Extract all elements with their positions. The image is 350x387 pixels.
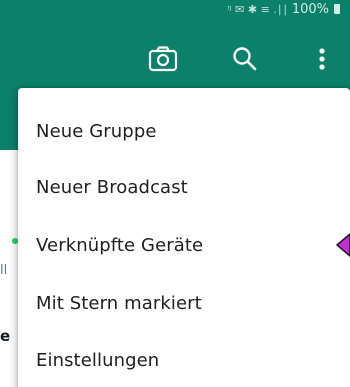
pointer-arrow-icon [336,233,350,257]
status-bar: ᵑ ✉ ✱ ≡ .∣∣ 100% [227,0,340,18]
whatsapp-screen: ᵑ ✉ ✱ ≡ .∣∣ 100% ll e Neue Gruppe Neuer … [0,0,350,387]
background-list-fragment: e [0,327,11,345]
battery-percent: 100% [291,1,329,17]
status-icons: ᵑ ✉ ✱ ≡ .∣∣ [227,2,288,16]
menu-item-new-group[interactable]: Neue Gruppe [18,103,350,159]
menu-item-starred-messages[interactable]: Mit Stern markiert [18,275,350,331]
search-icon[interactable] [228,42,262,76]
background-list-fragment: ll [0,263,8,278]
more-vert-icon[interactable] [305,42,339,76]
menu-item-settings[interactable]: Einstellungen [18,332,350,387]
menu-item-new-broadcast[interactable]: Neuer Broadcast [18,159,350,215]
battery-icon [334,4,340,14]
overflow-menu: Neue Gruppe Neuer Broadcast Verknüpfte G… [18,88,350,387]
menu-item-linked-devices[interactable]: Verknüpfte Geräte [18,217,350,273]
camera-icon[interactable] [146,42,180,76]
